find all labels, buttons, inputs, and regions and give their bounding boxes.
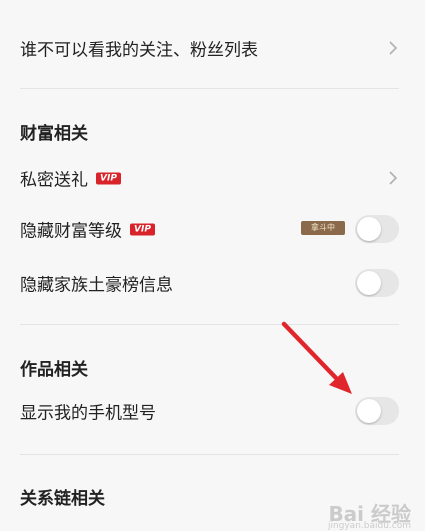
hide-wealth-level-label-group: 隐藏财富等级 VIP [20, 217, 155, 242]
hide-family-rank-toggle[interactable] [355, 269, 399, 297]
relations-section-title: 关系链相关 [20, 489, 105, 509]
wealth-status-tag: 拿斗中 [301, 221, 345, 235]
private-gift-row[interactable]: 私密送礼 VIP [0, 158, 425, 198]
hide-family-rank-label: 隐藏家族土豪榜信息 [20, 275, 173, 296]
show-phone-model-toggle[interactable] [355, 397, 399, 425]
show-phone-model-label: 显示我的手机型号 [20, 403, 156, 424]
hide-wealth-level-toggle[interactable] [355, 215, 399, 243]
divider [20, 324, 399, 325]
private-gift-label: 私密送礼 [20, 170, 88, 191]
chevron-right-icon [389, 41, 398, 55]
divider [20, 88, 399, 89]
private-gift-label-group: 私密送礼 VIP [20, 166, 121, 191]
wealth-section-title: 财富相关 [20, 124, 88, 144]
hide-wealth-level-label: 隐藏财富等级 [20, 221, 122, 242]
works-section-title: 作品相关 [20, 360, 88, 380]
privacy-follow-fans-label: 谁不可以看我的关注、粉丝列表 [20, 40, 258, 61]
toggle-knob [357, 217, 381, 241]
divider [20, 454, 399, 455]
hide-wealth-level-row: 隐藏财富等级 VIP 拿斗中 [0, 209, 425, 249]
show-phone-model-row: 显示我的手机型号 [0, 391, 425, 431]
toggle-knob [357, 399, 381, 423]
hide-family-rank-row: 隐藏家族土豪榜信息 [0, 263, 425, 303]
vip-badge: VIP [130, 223, 155, 236]
vip-badge: VIP [96, 172, 121, 185]
toggle-knob [357, 271, 381, 295]
chevron-right-icon [389, 171, 398, 185]
watermark-url: jingyan.baidu.com [327, 521, 411, 531]
privacy-follow-fans-row[interactable]: 谁不可以看我的关注、粉丝列表 [0, 28, 425, 68]
